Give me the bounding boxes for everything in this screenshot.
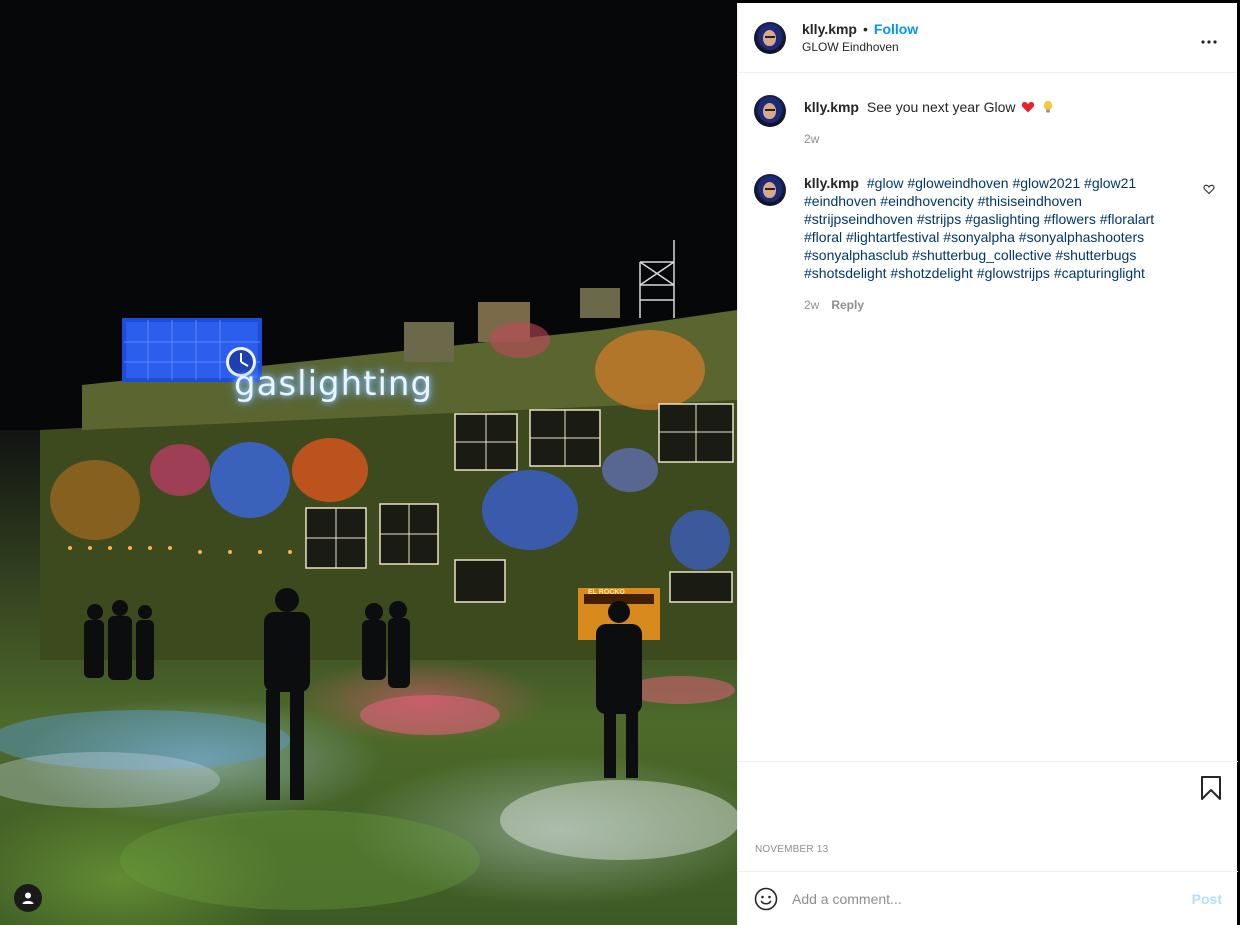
- post-actions: NOVEMBER 13: [738, 761, 1238, 871]
- author-username-link[interactable]: klly.kmp: [802, 20, 857, 38]
- follow-button[interactable]: Follow: [874, 20, 918, 38]
- user-icon: [22, 892, 34, 904]
- caption-time[interactable]: 2w: [804, 130, 819, 148]
- caption-comment: klly.kmp See you next year Glow 2w: [754, 95, 1221, 148]
- post-comment-button[interactable]: Post: [1192, 891, 1222, 907]
- ellipsis-icon: [1201, 40, 1217, 44]
- comment-input[interactable]: [792, 890, 1162, 907]
- save-post-button[interactable]: [1200, 776, 1222, 805]
- author-avatar[interactable]: [754, 21, 786, 54]
- post-side-panel: klly.kmp • Follow GLOW Eindhoven klly.km…: [737, 3, 1238, 925]
- comment-meta: 2w Reply: [804, 296, 1164, 314]
- heart-outline-icon: [1203, 184, 1215, 195]
- post-header: klly.kmp • Follow GLOW Eindhoven: [738, 3, 1237, 73]
- separator-dot: •: [863, 20, 868, 37]
- gaslighting-neon-sign: gaslighting: [234, 364, 434, 404]
- comments-section[interactable]: klly.kmp See you next year Glow 2w klly.…: [738, 73, 1237, 763]
- caption-body: klly.kmp See you next year Glow 2w: [804, 95, 1164, 148]
- reply-button[interactable]: Reply: [831, 296, 864, 314]
- post-photo[interactable]: gaslighting EL ROCKO: [0, 0, 737, 925]
- food-truck-sign: EL ROCKO: [588, 589, 625, 596]
- photo-scene: [0, 0, 737, 910]
- header-text: klly.kmp • Follow GLOW Eindhoven: [802, 20, 918, 56]
- comment-body: klly.kmp #glow #gloweindhoven #glow2021 …: [804, 174, 1164, 314]
- light-bulb-emoji-icon: [1044, 100, 1053, 113]
- caption-username-link[interactable]: klly.kmp: [804, 99, 859, 115]
- caption-avatar[interactable]: [754, 95, 786, 127]
- comment-avatar[interactable]: [754, 174, 786, 206]
- red-heart-emoji-icon: [1022, 102, 1035, 113]
- tagged-users-button[interactable]: [14, 884, 42, 912]
- hashtag-comment: klly.kmp #glow #gloweindhoven #glow2021 …: [754, 174, 1221, 314]
- caption-text: See you next year Glow: [866, 99, 1016, 115]
- caption-meta: 2w: [804, 130, 1164, 148]
- comment-time[interactable]: 2w: [804, 296, 819, 314]
- more-options-button[interactable]: [1201, 29, 1217, 47]
- post-date[interactable]: NOVEMBER 13: [755, 844, 828, 855]
- emoji-picker-icon[interactable]: [754, 887, 778, 911]
- location-link[interactable]: GLOW Eindhoven: [802, 38, 918, 56]
- like-comment-button[interactable]: [1203, 182, 1215, 200]
- add-comment-bar: Post: [738, 871, 1238, 925]
- header-top-row: klly.kmp • Follow: [802, 20, 918, 38]
- bookmark-icon: [1201, 776, 1221, 800]
- comment-username-link[interactable]: klly.kmp: [804, 175, 859, 191]
